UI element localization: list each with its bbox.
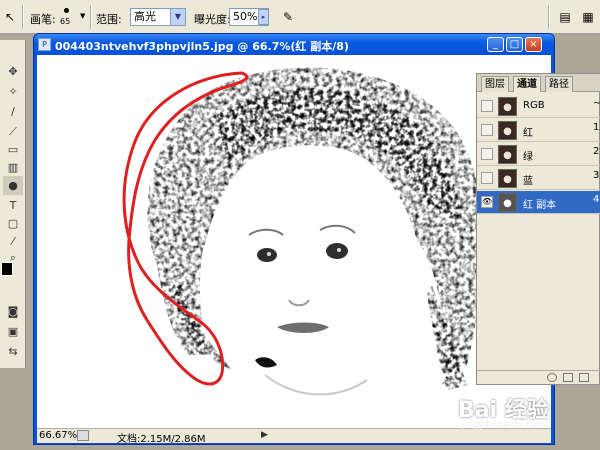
save-selection-icon[interactable]	[563, 373, 573, 382]
channel-shortcut: 4	[593, 194, 600, 205]
close-button[interactable]: ×	[525, 37, 542, 52]
tab-layers[interactable]: 图层	[481, 76, 509, 92]
tool-preset-arrow-icon[interactable]: ↖	[0, 7, 20, 27]
brush-dropdown-icon[interactable]: ▼	[80, 12, 85, 20]
channel-thumbnail	[498, 169, 517, 188]
channel-thumbnail	[498, 121, 517, 140]
visibility-toggle[interactable]	[481, 100, 493, 112]
airbrush-icon[interactable]: ✎	[278, 7, 298, 27]
exposure-label: 曝光度:	[194, 13, 231, 26]
file-browser-icon[interactable]: ▤	[555, 7, 575, 27]
channel-name: 蓝	[523, 176, 533, 187]
channel-row-green[interactable]: 绿 2	[477, 143, 600, 166]
panel-tabs: 图层 通道 路径	[477, 74, 600, 92]
type-tool-icon[interactable]: T	[3, 196, 23, 215]
screen-mode-icon[interactable]: ▣	[3, 322, 23, 341]
channel-row-red-copy[interactable]: 👁 红 副本 4	[477, 191, 600, 214]
tab-channels[interactable]: 通道	[513, 76, 541, 92]
channel-row-blue[interactable]: 蓝 3	[477, 167, 600, 190]
range-label: 范围:	[96, 13, 122, 26]
watermark-url: jingyan.baidu.com	[462, 420, 546, 430]
document-title-bar[interactable]: P 004403ntvehvf3phpvjln5.jpg @ 66.7%(红 副…	[34, 34, 554, 55]
document-size: 文档:2.15M/2.86M	[117, 434, 206, 445]
panel-footer	[477, 370, 600, 384]
divider	[90, 5, 92, 29]
channel-shortcut: 1	[593, 122, 600, 133]
minimize-button[interactable]: _	[487, 37, 504, 52]
brush-tool-icon[interactable]: ∕	[3, 102, 23, 121]
rectangle-tool-icon[interactable]: ▢	[3, 214, 23, 233]
quick-mask-icon[interactable]: ◙	[3, 302, 23, 321]
channel-name: 红	[523, 128, 533, 139]
brush-picker[interactable]: 65	[56, 5, 78, 29]
palette-well-icon[interactable]: ▦	[578, 7, 598, 27]
load-selection-icon[interactable]	[547, 373, 557, 382]
options-bar: ↖ 画笔: 65 ▼ 范围: 高光 ▼ 曝光度: 50% ▸ ✎ ▤ ▦	[0, 0, 600, 34]
channel-row-red[interactable]: 红 1	[477, 119, 600, 142]
visibility-toggle[interactable]	[481, 172, 493, 184]
foreground-color-swatch[interactable]	[1, 262, 13, 276]
divider	[22, 5, 24, 29]
tab-paths[interactable]: 路径	[545, 76, 573, 92]
channel-shortcut: 3	[593, 170, 600, 181]
face-features	[248, 224, 368, 396]
magic-wand-tool-icon[interactable]: ✧	[3, 82, 23, 101]
image-canvas[interactable]	[37, 55, 551, 428]
exposure-value: 50%	[233, 10, 258, 23]
toolbox: ✥ ✧ ∕ ⟋ ▭ ▥ ● T ▢ ⁄ ⌕ ◙ ▣ ⇆	[0, 40, 26, 368]
status-info-icon[interactable]	[77, 430, 89, 441]
new-channel-icon[interactable]	[579, 373, 589, 382]
move-tool-icon[interactable]: ✥	[3, 62, 23, 81]
channel-thumbnail	[498, 193, 517, 212]
dodge-tool-icon[interactable]: ●	[3, 176, 23, 195]
status-menu-arrow-icon[interactable]: ▶	[261, 430, 268, 440]
range-select-value: 高光	[134, 10, 156, 23]
channel-name: 绿	[523, 152, 533, 163]
gradient-tool-icon[interactable]: ▥	[3, 158, 23, 177]
brush-size-value: 65	[60, 17, 71, 26]
history-brush-tool-icon[interactable]: ⟋	[3, 122, 23, 141]
brush-label: 画笔:	[30, 13, 56, 26]
chevron-down-icon[interactable]: ▼	[170, 9, 185, 25]
eraser-tool-icon[interactable]: ▭	[3, 140, 23, 159]
channel-thumbnail	[498, 97, 517, 116]
zoom-level[interactable]: 66.67%	[39, 430, 77, 441]
document-icon: P	[38, 38, 51, 51]
exposure-slider-arrow-icon[interactable]: ▸	[258, 9, 269, 25]
channel-name: 红 副本	[523, 200, 557, 211]
channel-thumbnail	[498, 145, 517, 164]
range-select[interactable]: 高光 ▼	[130, 8, 186, 26]
channel-shortcut: ~	[593, 98, 600, 109]
maximize-button[interactable]: □	[506, 37, 523, 52]
channel-shortcut: 2	[593, 146, 600, 157]
divider	[548, 5, 550, 29]
jump-to-imageready-icon[interactable]: ⇆	[3, 342, 23, 361]
channel-name: RGB	[523, 100, 545, 111]
channels-panel: 图层 通道 路径 RGB ~ 红 1 绿 2 蓝 3 👁 红 副本 4	[476, 73, 600, 385]
brush-dot-icon	[64, 8, 69, 13]
eye-icon[interactable]: 👁	[481, 196, 493, 208]
visibility-toggle[interactable]	[481, 124, 493, 136]
hair-region	[147, 67, 482, 390]
channel-row-rgb[interactable]: RGB ~	[477, 95, 600, 118]
visibility-toggle[interactable]	[481, 148, 493, 160]
document-title: 004403ntvehvf3phpvjln5.jpg @ 66.7%(红 副本/…	[55, 40, 349, 53]
channel-image	[122, 67, 482, 396]
